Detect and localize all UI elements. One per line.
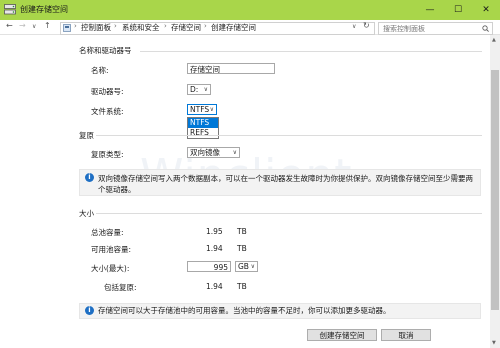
up-arrow-icon[interactable]: ↑: [44, 21, 51, 30]
total-capacity-value: 1.95: [206, 227, 223, 236]
cancel-button[interactable]: 取消: [381, 329, 431, 341]
including-resiliency-unit: TB: [237, 282, 247, 291]
create-storage-space-button[interactable]: 创建存储空间: [307, 329, 377, 341]
resiliency-type-select[interactable]: 双向镜像 ∨: [187, 147, 240, 158]
breadcrumb-control-panel[interactable]: 控制面板: [81, 22, 111, 33]
chevron-down-icon: ∨: [250, 263, 255, 270]
option-ntfs[interactable]: NTFS: [188, 118, 218, 128]
maximize-button[interactable]: ☐: [444, 0, 472, 20]
max-size-label: 大小(最大):: [91, 264, 130, 273]
breadcrumb-separator-icon: ›: [74, 22, 77, 30]
scrollbar-thumb[interactable]: [491, 70, 499, 310]
including-resiliency-value: 1.94: [206, 282, 223, 291]
close-button[interactable]: ✕: [472, 0, 500, 20]
available-capacity-label: 可用池容量:: [91, 245, 132, 254]
section-divider: [140, 51, 482, 52]
scroll-up-arrow-icon[interactable]: ▲: [492, 37, 496, 43]
recent-dropdown-icon[interactable]: ∨: [32, 23, 36, 30]
breadcrumb-create-storage-space[interactable]: 创建存储空间: [211, 22, 256, 33]
available-capacity-unit: TB: [237, 244, 247, 253]
section-divider: [96, 135, 482, 136]
back-arrow-icon[interactable]: ←: [6, 21, 13, 30]
chevron-down-icon: ∨: [203, 86, 208, 93]
breadcrumb-separator-icon: ›: [204, 22, 207, 30]
size-unit-value: GB: [238, 262, 249, 271]
max-size-input[interactable]: 995: [187, 261, 231, 272]
breadcrumb-separator-icon: ›: [114, 22, 117, 30]
resiliency-info-box: i 双向镜像存储空间写入两个数据副本，可以在一个驱动器发生故障时为你提供保护。双…: [79, 169, 481, 196]
window-title: 创建存储空间: [20, 5, 68, 14]
search-box[interactable]: 搜索控制面板: [378, 22, 493, 35]
info-icon: i: [85, 173, 94, 182]
drive-letter-value: D:: [190, 85, 199, 94]
name-label: 名称:: [91, 66, 109, 75]
resiliency-type-label: 复原类型:: [91, 150, 124, 159]
resiliency-type-value: 双向镜像: [190, 148, 220, 157]
breadcrumb-system-security[interactable]: 系统和安全: [122, 22, 160, 33]
including-resiliency-label: 包括复原:: [104, 283, 137, 292]
size-unit-select[interactable]: GB ∨: [235, 261, 258, 272]
forward-arrow-icon[interactable]: →: [19, 21, 26, 30]
file-system-value: NTFS: [190, 105, 210, 114]
scroll-down-arrow-icon[interactable]: ▼: [492, 340, 496, 346]
size-info-text: 存储空间可以大于存储池中的可用容量。当池中的容量不足时，你可以添加更多驱动器。: [98, 306, 391, 315]
option-refs[interactable]: REFS: [188, 128, 218, 138]
storage-spaces-icon: [4, 4, 16, 15]
chevron-down-icon: ∨: [209, 106, 214, 113]
total-capacity-unit: TB: [237, 227, 247, 236]
drive-letter-label: 驱动器号:: [91, 87, 124, 96]
breadcrumb-separator-icon: ›: [164, 22, 167, 30]
resiliency-info-text: 双向镜像存储空间写入两个数据副本，可以在一个驱动器发生故障时为你提供保护。双向镜…: [98, 174, 473, 194]
size-info-box: i 存储空间可以大于存储池中的可用容量。当池中的容量不足时，你可以添加更多驱动器…: [79, 303, 481, 319]
breadcrumb-storage-spaces[interactable]: 存储空间: [171, 22, 201, 33]
file-system-select[interactable]: NTFS ∨: [187, 104, 217, 115]
info-icon: i: [85, 306, 94, 315]
chevron-down-icon: ∨: [232, 149, 237, 156]
section-divider: [96, 213, 482, 214]
section-title-resiliency: 复原: [79, 131, 94, 140]
section-title-size: 大小: [79, 209, 94, 218]
file-system-label: 文件系统:: [91, 107, 124, 116]
total-capacity-label: 总池容量:: [91, 228, 124, 237]
refresh-icon[interactable]: ↻: [363, 21, 370, 30]
minimize-button[interactable]: —: [416, 0, 444, 20]
search-icon[interactable]: [482, 25, 489, 32]
drive-letter-select[interactable]: D: ∨: [187, 84, 211, 95]
control-panel-icon: [63, 24, 71, 32]
section-title-name-drive: 名称和驱动器号: [79, 46, 132, 55]
available-capacity-value: 1.94: [206, 244, 223, 253]
name-input[interactable]: 存储空间: [187, 63, 275, 74]
address-dropdown-icon[interactable]: ∨: [352, 23, 356, 30]
search-input[interactable]: 搜索控制面板: [383, 24, 425, 34]
